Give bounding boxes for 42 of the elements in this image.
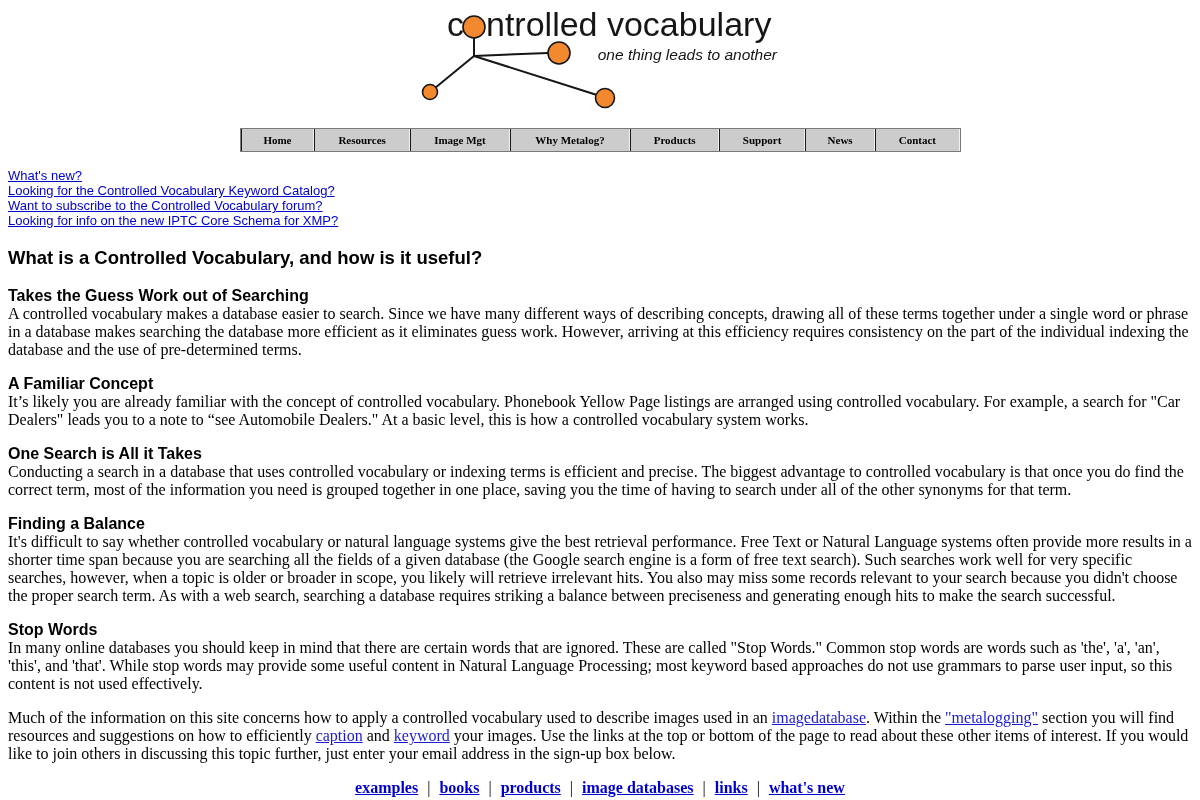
top-link[interactable]: What's new? [8,168,82,183]
nav-link[interactable]: Products [630,129,720,151]
footer-link[interactable]: links [714,779,748,797]
section-heading: A Familiar Concept [8,375,154,393]
footer-separator: | [427,779,431,797]
top-link[interactable]: Looking for info on the new IPTC Core Schema for XMP? [8,213,339,228]
text-link[interactable]: "metalogging" [945,709,1039,726]
logo-wordmark: c [447,7,464,41]
nav-link[interactable]: Image Mgt [409,129,510,151]
logo-wordmark: ntrolled vocabulary [486,7,772,41]
top-link[interactable]: Looking for the Controlled Vocabulary Keyword Catalog? [8,183,335,198]
nav-link[interactable]: Support [719,129,805,151]
footer-link[interactable]: books [439,779,480,797]
nav-link[interactable]: Home [240,129,315,151]
text-link[interactable]: imagedatabase [771,709,866,726]
nav-link[interactable]: Why Metalog? [510,129,630,151]
text-link[interactable]: caption [315,727,363,744]
section-text: A controlled vocabulary makes a database easier to search. Since we have many different ways of describing concepts, drawing all of these terms together under a single word or phrase in a database makes searching the database more efficient as it eliminates guess work. However, arriving at this efficiency requires consistency on the part of the individual indexing the database and the use of pre-determined terms. [8,305,1190,359]
section-heading: Takes the Guess Work out of Searching [8,287,309,305]
section-heading: One Search is All it Takes [8,445,202,463]
footer-separator: | [488,779,492,797]
text-link[interactable]: keyword [393,727,450,744]
footer-separator: | [756,779,760,797]
page-title: What is a Controlled Vocabulary, and how is it useful? [8,247,484,269]
section-heading: Finding a Balance [8,515,145,533]
section-text: In many online databases you should keep in mind that there are certain words that are ignored. These are called "Stop Words." Common stop words are words such as 'the', 'a', 'an', 'this', and 'that'. While stop words may provide some useful content in Natural Language Processing; most keyword based approaches do not use grammars to parse user input, so this content is not used effectively. [8,639,1174,693]
nav-link[interactable]: Contact [875,129,960,151]
nav-link[interactable]: Resources [314,129,410,151]
section-text: Conducting a search in a database that uses controlled vocabulary or indexing terms is efficient and precise. The biggest advantage to controlled vocabulary is that once you do find the correct term, most of the information you need is grouped together in one place, saving you the time of having to search under all of the other synonyms for that term. [8,463,1185,499]
nav-link[interactable]: News [804,129,876,151]
footer-link[interactable]: products [500,779,561,797]
footer-link[interactable]: what's new [768,779,845,797]
footer-link[interactable]: examples [355,779,419,797]
footer-separator: | [569,779,573,797]
logo-tagline: one thing leads to another [597,46,777,63]
section-text: It’s likely you are already familiar with the concept of controlled vocabulary. Phonebook Yellow Page listings are arranged using controlled vocabulary. For example, a search for "Car Dealers" leads you to a note to “see Automobile Dealers." At a basic level, this is how a controlled vocabulary system works. [8,393,1182,429]
footer-link[interactable]: image databases [582,779,694,797]
top-link[interactable]: Want to subscribe to the Controlled Vocabulary forum? [8,198,323,213]
section-heading: Stop Words [8,621,98,639]
section-text: It's difficult to say whether controlled vocabulary or natural language systems give the best retrieval performance. Free Text or Natural Language systems often provide more results in a shorter time span because you are searching all the fields of a given database (the Google search engine is a form of free text search). Such searches work well for very specific searches, however, when a topic is older or broader in scope, you likely will retrieve irrelevant hits. You also may miss some records relevant to your search because you didn't choose the proper search term. As with a web search, searching a database requires striking a balance between preciseness and generating enough hits to make the search successful. [8,533,1192,605]
closing-paragraph: Much of the information on this site concerns how to apply a controlled vocabulary used to describe images used in an imagedatabase. Within the "metalogging" section you will find resources and suggestions on how to efficiently caption and keyword your images. Use the links at the top or bottom of the page to read about these other items of interest. If you would like to join others in discussing this topic further, just enter your email address in the sign-up box below. [8,709,1190,763]
footer-separator: | [702,779,706,797]
